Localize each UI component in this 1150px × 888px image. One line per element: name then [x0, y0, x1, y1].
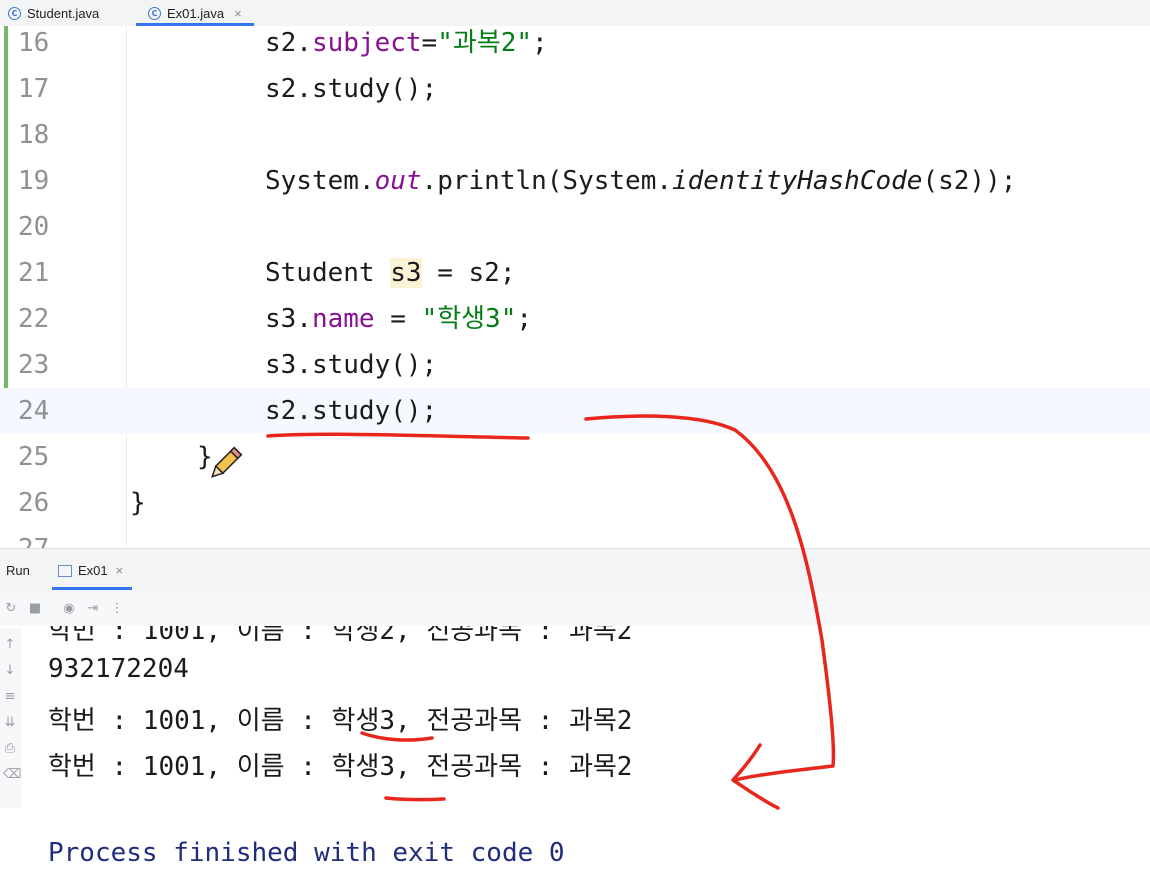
code-line: 23 s3.study(); [0, 342, 1150, 388]
console-line: 932172204 [48, 654, 189, 684]
code-text: s3.name = "학생3"; [265, 304, 533, 334]
console-line: 학번 : 1001, 이름 : 학생2, 전공과목 : 과목2 [48, 626, 633, 646]
line-number: 25 [18, 442, 50, 472]
code-text: s3.study(); [265, 350, 438, 380]
camera-icon[interactable]: ◉ [62, 602, 76, 616]
code-line: 19 System.out.println(System.identityHas… [0, 158, 1150, 204]
console-output[interactable]: 학번 : 1001, 이름 : 학생2, 전공과목 : 과목2 93217220… [22, 626, 1150, 888]
arrow-up-icon[interactable]: ↑ [3, 638, 17, 652]
code-line: 27 [0, 526, 1150, 548]
editor-tab-bar: C Student.java C Ex01.java × [0, 0, 1150, 27]
code-line: 25 } [0, 434, 1150, 480]
line-number: 26 [18, 488, 50, 518]
print-icon[interactable]: ⎙ [3, 742, 17, 756]
tab-student-java[interactable]: C Student.java [8, 0, 99, 26]
code-line: 22 s3.name = "학생3"; [0, 296, 1150, 342]
line-number: 27 [18, 526, 49, 548]
tab-ex01-java[interactable]: C Ex01.java × [136, 0, 254, 26]
tab-label: Student.java [27, 5, 100, 21]
code-text: s2.study(); [265, 396, 438, 426]
line-number: 16 [18, 28, 50, 58]
close-icon[interactable]: × [116, 563, 124, 578]
code-text: s2.study(); [265, 74, 438, 104]
code-line-current: 24 s2.study(); [0, 388, 1150, 434]
console-line: 학번 : 1001, 이름 : 학생3, 전공과목 : 과목2 [48, 706, 633, 736]
line-number: 20 [18, 212, 50, 242]
code-text: } [130, 488, 146, 518]
exit-icon[interactable]: ⇥ [86, 602, 100, 616]
soft-wrap-icon[interactable]: ≡ [3, 690, 17, 704]
close-icon[interactable]: × [234, 6, 242, 21]
run-panel-title: Run [6, 563, 30, 578]
code-text: Student s3 = s2; [265, 258, 516, 288]
run-panel-header: Run Ex01 × [0, 548, 1150, 593]
console-line: 학번 : 1001, 이름 : 학생3, 전공과목 : 과목2 [48, 752, 633, 782]
trash-icon[interactable]: ⌫ [3, 768, 21, 782]
java-class-icon: C [148, 6, 161, 20]
run-tab-label: Ex01 [78, 563, 108, 578]
code-line: 20 [0, 204, 1150, 250]
line-number: 21 [18, 258, 50, 288]
scroll-to-end-icon[interactable]: ⇊ [3, 716, 17, 730]
stop-icon[interactable]: ■ [28, 602, 42, 616]
code-line: 16 s2.subject="과복2"; [0, 26, 1150, 66]
java-class-icon: C [8, 6, 21, 20]
line-number: 18 [18, 120, 50, 150]
pencil-cursor-icon [211, 446, 243, 478]
line-number: 24 [18, 396, 50, 426]
active-tab-indicator [52, 587, 132, 590]
line-number: 22 [18, 304, 50, 334]
line-number: 23 [18, 350, 50, 380]
tab-label: Ex01.java [167, 5, 225, 21]
code-text: s2.subject="과복2"; [265, 28, 548, 58]
line-number: 19 [18, 166, 50, 196]
run-config-icon [58, 564, 72, 577]
code-line: 18 [0, 112, 1150, 158]
code-line: 26 } [0, 480, 1150, 526]
code-text: System.out.println(System.identityHashCo… [265, 166, 1017, 196]
code-line: 21 Student s3 = s2; [0, 250, 1150, 296]
run-toolbar: ↻ ■ ◉ ⇥ ⋮ [0, 592, 1150, 626]
console-side-toolbar: ↑ ↓ ≡ ⇊ ⎙ ⌫ [0, 628, 22, 808]
code-line: 17 s2.study(); [0, 66, 1150, 112]
process-finished-message: Process finished with exit code 0 [48, 838, 565, 868]
rerun-icon[interactable]: ↻ [4, 602, 18, 616]
line-number: 17 [18, 74, 50, 104]
run-tab-ex01[interactable]: Ex01 × [58, 563, 123, 578]
more-icon[interactable]: ⋮ [110, 602, 124, 616]
code-editor[interactable]: 16 s2.subject="과복2"; 17 s2.study(); 18 1… [0, 26, 1150, 548]
arrow-down-icon[interactable]: ↓ [3, 664, 17, 678]
